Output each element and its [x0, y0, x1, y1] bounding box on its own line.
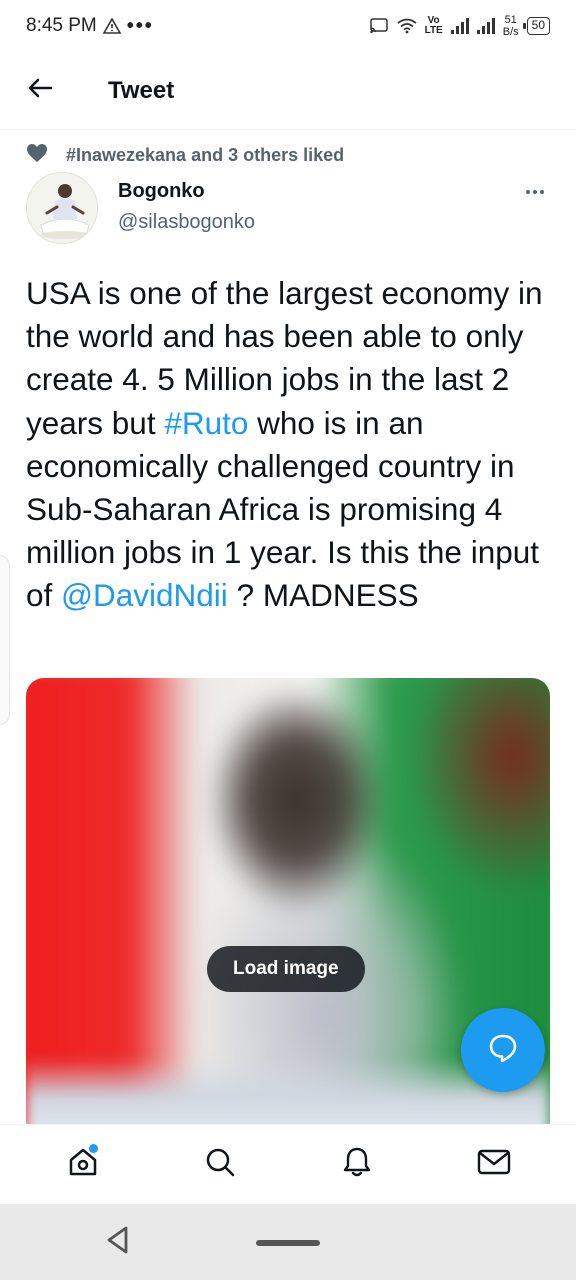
author-handle[interactable]: @silasbogonko — [118, 211, 255, 234]
heart-icon — [26, 143, 48, 168]
load-image-button[interactable]: Load image — [207, 946, 365, 992]
arrow-left-icon — [27, 77, 53, 104]
social-context[interactable]: #Inawezekana and 3 others liked — [26, 143, 344, 168]
signal-bars-2-icon — [476, 18, 495, 34]
system-back-button[interactable] — [100, 1224, 136, 1260]
status-bar: 8:45 PM ••• Vo LTE 51 B/s 50 — [0, 0, 576, 52]
more-dot-icon — [526, 190, 530, 194]
volte-indicator: Vo LTE — [425, 16, 443, 36]
nav-home[interactable] — [48, 1130, 118, 1200]
more-dot-icon — [533, 190, 537, 194]
new-content-dot — [88, 1143, 98, 1153]
reply-fab-button[interactable] — [461, 1008, 545, 1092]
triangle-back-icon — [104, 1225, 132, 1260]
network-speed-unit: B/s — [502, 26, 519, 38]
social-context-text: #Inawezekana and 3 others liked — [66, 145, 345, 165]
avatar[interactable] — [26, 172, 98, 244]
app-header: Tweet — [0, 52, 576, 130]
reply-bubble-icon — [487, 1032, 519, 1069]
system-home-pill[interactable] — [256, 1240, 320, 1246]
tweet-text-part3: ? MADNESS — [227, 577, 419, 614]
more-dot-icon — [540, 190, 544, 194]
tweet-author: Bogonko @silasbogonko — [26, 172, 550, 252]
battery-icon: 50 — [522, 17, 550, 35]
nav-notifications[interactable] — [322, 1130, 392, 1200]
author-name[interactable]: Bogonko — [118, 180, 255, 203]
edge-panel-handle[interactable] — [0, 555, 10, 725]
more-options-button[interactable] — [520, 182, 550, 202]
back-button[interactable] — [0, 52, 80, 130]
nav-messages[interactable] — [459, 1130, 529, 1200]
notifications-bell-icon — [341, 1146, 373, 1183]
warning-icon — [102, 18, 121, 34]
battery-level: 50 — [531, 18, 545, 32]
network-speed-value: 51 — [504, 14, 517, 26]
page-title: Tweet — [108, 76, 175, 104]
volte-bottom: LTE — [424, 25, 443, 36]
cast-icon — [369, 18, 389, 34]
screen: 8:45 PM ••• Vo LTE 51 B/s 50 Tweet #Inaw… — [0, 0, 576, 1280]
tweet-text: USA is one of the largest economy in the… — [26, 272, 556, 618]
status-more-indicator: ••• — [126, 15, 154, 37]
hashtag-link[interactable]: #Ruto — [164, 405, 248, 441]
nav-search[interactable] — [185, 1130, 255, 1200]
status-time: 8:45 PM — [26, 15, 97, 36]
system-navigation-bar — [0, 1204, 576, 1280]
signal-bars-icon — [450, 18, 469, 34]
wifi-icon — [397, 18, 417, 34]
bottom-navigation — [0, 1124, 576, 1204]
messages-envelope-icon — [477, 1148, 511, 1181]
network-speed: 51 B/s — [503, 14, 519, 38]
mention-link[interactable]: @DavidNdii — [61, 577, 228, 613]
search-icon — [204, 1146, 236, 1183]
